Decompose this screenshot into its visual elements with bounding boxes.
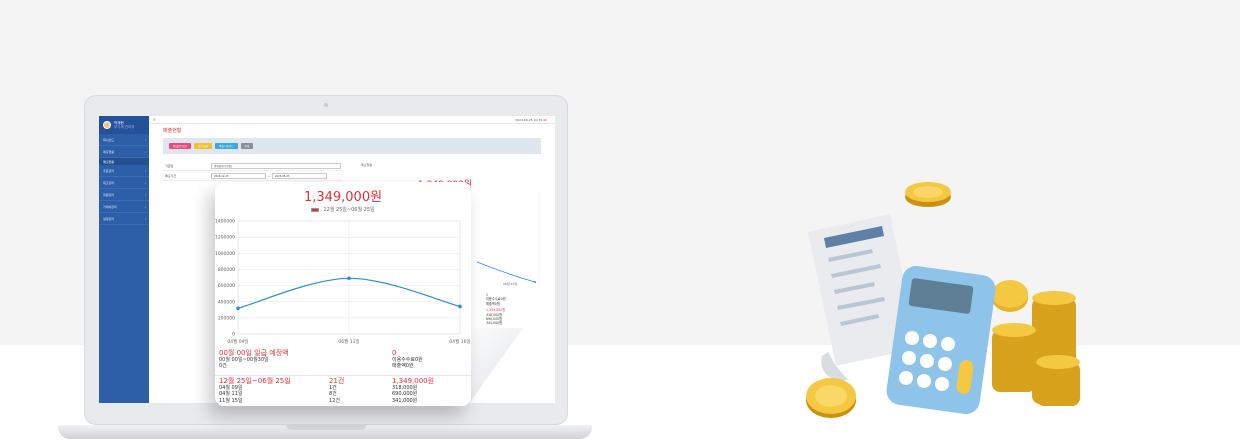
- print-button[interactable]: 인쇄: [240, 143, 254, 149]
- y-tick-label: 600000: [218, 283, 235, 289]
- chevron-icon: ›: [144, 204, 146, 209]
- filter-form: 기준일 결제일자(주문일) 매출기간 2024-12-25 ~ 2025-06-…: [163, 161, 343, 181]
- sidebar-item-label: 주문관리: [103, 168, 115, 173]
- divider: [215, 375, 471, 376]
- sidebar-item-dashboard[interactable]: 대시보드 ›: [99, 134, 149, 146]
- bg-line: 1,349,000원: [486, 308, 506, 313]
- form-label: 매출기간: [165, 173, 177, 178]
- sidebar-item-orders[interactable]: 주문관리 ›: [99, 165, 149, 177]
- period-amount: 1,349,000원: [392, 377, 435, 385]
- chevron-icon: ›: [144, 149, 146, 154]
- sales-card: 1,349,000원 12월 25일~06월 25일 0 200000 400000…: [215, 182, 471, 406]
- chevron-icon: ›: [144, 216, 146, 221]
- card-total: 1,349,000원: [303, 190, 383, 205]
- excel-button[interactable]: 엑셀 다운로드: [215, 143, 238, 149]
- coin-icon: [806, 378, 856, 418]
- finance-illustration: [806, 182, 1080, 418]
- sidebar-item-label: 대시보드: [103, 137, 115, 142]
- bg-line: 341,000원: [486, 321, 503, 326]
- bg-stats: 0 미용수수료0원 매출액0원 1,349,000원 318,000원 690,…: [486, 293, 506, 326]
- sidebar-item-label: 재고관리: [103, 180, 115, 185]
- menu-icon[interactable]: ☰: [153, 118, 156, 122]
- topbar-date: 2024.06.25: [515, 117, 533, 122]
- bg-line: 매출액0원: [486, 301, 500, 306]
- y-tick-label: 400000: [218, 299, 235, 305]
- sidebar-item-partners[interactable]: 거래처관리 ›: [99, 201, 149, 213]
- today-summary: 00월 00일 일급 예정액 00월 00일~00월30일 0건: [219, 350, 289, 370]
- data-point: [347, 276, 351, 281]
- topbar-time: 10:39:40: [533, 117, 547, 122]
- sidebar-item-sales[interactable]: 매출현황 ›: [99, 146, 149, 158]
- basis-select[interactable]: 결제일자(주문일): [211, 162, 341, 169]
- chevron-icon: ›: [144, 137, 146, 142]
- line-chart: 0 200000 400000 600000 800000 1000000 1200000 1…: [215, 219, 471, 345]
- period-counts: 21건 1건 8건 12건: [329, 378, 344, 404]
- today-title: 00월 00일 일급 예정액: [219, 349, 289, 357]
- laptop-notch: [286, 425, 366, 430]
- sidebar-item-label: 회원관리: [103, 192, 115, 197]
- sidebar-item-settings[interactable]: 설정관리 ›: [99, 213, 149, 225]
- sidebar-item-label: 거래처관리: [103, 204, 117, 209]
- chevron-icon: ›: [144, 168, 146, 173]
- sidebar-item-stock[interactable]: 재고관리 ›: [99, 177, 149, 189]
- legend-swatch: [311, 207, 320, 212]
- sidebar-item-label: 설정관리: [103, 216, 115, 221]
- calculator-icon: [886, 265, 996, 415]
- period-title: 12월 25일~06월 25일: [219, 377, 291, 385]
- page-title: 매출현황: [163, 128, 182, 134]
- period-row-amount: 341,000원: [392, 397, 418, 404]
- date-from-field[interactable]: 2024-12-25: [211, 172, 266, 179]
- toolbar: 일/월/분기/년 기간 설정 엑셀 다운로드 인쇄: [163, 138, 541, 154]
- today-amounts: 0 이용수수료0원 매출액0원: [392, 350, 423, 370]
- sidebar-item-label: 매출현황: [103, 149, 115, 154]
- y-tick-label: 200000: [218, 315, 235, 321]
- range-button[interactable]: 기간 설정: [194, 143, 213, 149]
- coin-icon: [913, 186, 943, 198]
- x-tick-label: 06월 11일: [338, 338, 359, 345]
- sidebar-item-members[interactable]: 회원관리 ›: [99, 189, 149, 201]
- legend-label: 12월 25일~06월 25일: [323, 207, 375, 213]
- chevron-icon: ›: [144, 180, 146, 185]
- data-point: [458, 304, 462, 309]
- today-sales: 매출액0원: [392, 363, 414, 369]
- user-role: 부가세 관리자: [114, 125, 135, 129]
- bg-chart-line: [477, 192, 540, 287]
- sidebar-subitem-sales[interactable]: 매출현황: [99, 158, 149, 165]
- form-row: 매출기간 2024-12-25 ~ 2025-06-25: [163, 171, 343, 181]
- user-box[interactable]: 박재현 부가세 관리자: [99, 116, 149, 134]
- period-amounts: 1,349,000원 318,000원 690,000원 341,000원: [392, 378, 434, 404]
- chart-legend: 12월 25일~06월 25일: [215, 206, 471, 213]
- coin-stack-icon: [992, 280, 1080, 406]
- avatar: [103, 121, 111, 129]
- bg-series-line: [477, 261, 536, 283]
- topbar: ☰ 2024.06.25 10:39:40: [149, 116, 555, 124]
- camera-dot: [324, 103, 328, 107]
- date-to-field[interactable]: 2025-06-25: [272, 172, 327, 179]
- x-tick-label: 04월 16일: [449, 338, 470, 345]
- bg-chart-label: 매출현황: [361, 163, 373, 167]
- period-button[interactable]: 일/월/분기/년: [169, 143, 192, 149]
- y-tick-label: 1200000: [215, 235, 235, 241]
- y-tick-label: 1400000: [215, 219, 235, 225]
- x-tick-label: 04월 09일: [227, 338, 248, 345]
- y-tick-label: 0: [232, 332, 235, 338]
- bg-point: [534, 281, 536, 283]
- period-row-count: 12건: [329, 397, 340, 404]
- y-tick-label: 800000: [218, 267, 235, 273]
- sidebar: 박재현 부가세 관리자 대시보드 › 매출현황 › 매출현황 주문관리 › 재고관리 ›…: [99, 116, 149, 403]
- form-row: 기준일 결제일자(주문일): [163, 161, 343, 171]
- data-point: [236, 306, 240, 311]
- today-count: 0건: [219, 363, 227, 369]
- chevron-icon: ›: [144, 192, 146, 197]
- bg-axis-label: 06월 25일: [503, 282, 518, 286]
- period-dates: 12월 25일~06월 25일 04월 09일 04월 11일 11월 15일: [219, 378, 291, 404]
- y-tick-label: 1000000: [215, 251, 235, 257]
- form-label: 기준일: [165, 163, 174, 168]
- period-count: 21건: [329, 377, 345, 385]
- period-date: 11월 15일: [219, 397, 243, 404]
- topbar-datetime: 2024.06.25 10:39:40: [515, 118, 547, 122]
